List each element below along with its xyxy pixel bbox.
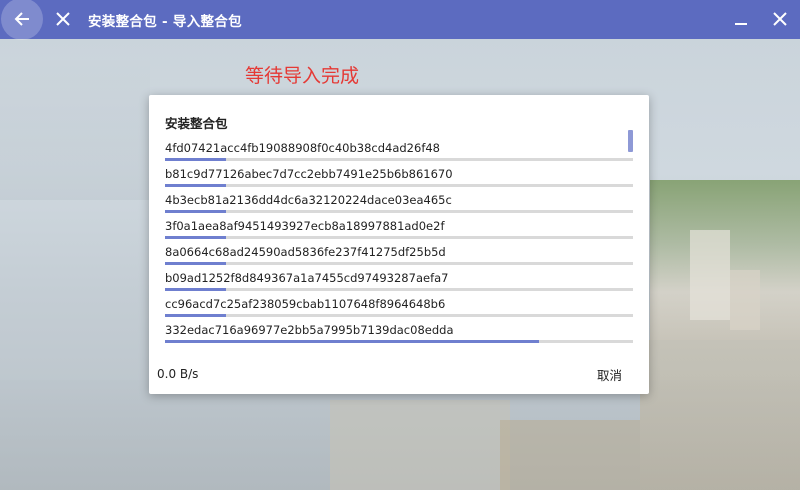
task-progress-bar	[165, 184, 633, 187]
task-progress-fill	[165, 288, 226, 291]
task-progress-bar	[165, 340, 633, 343]
task-name: b09ad1252f8d849367a1a7455cd97493287aefa7	[165, 271, 449, 285]
task-progress-fill	[165, 262, 226, 265]
task-progress-bar	[165, 262, 633, 265]
task-name: 332edac716a96977e2bb5a7995b7139dac08edda	[165, 323, 454, 337]
task-list[interactable]: 4fd07421acc4fb19088908f0c40b38cd4ad26f48…	[165, 139, 633, 347]
task-progress-fill	[165, 314, 226, 317]
scrollbar-thumb[interactable]	[628, 130, 633, 152]
window-close-button[interactable]	[771, 10, 789, 28]
close-icon	[773, 12, 787, 26]
task-name: 8a0664c68ad24590ad5836fe237f41275df25b5d	[165, 245, 446, 259]
dialog-title: 安装整合包	[165, 116, 228, 131]
task-item: 8a0664c68ad24590ad5836fe237f41275df25b5d	[165, 243, 633, 269]
task-item: 4b3ecb81a2136dd4dc6a32120224dace03ea465c	[165, 191, 633, 217]
download-speed: 0.0 B/s	[157, 367, 199, 381]
task-progress-fill	[165, 184, 226, 187]
task-progress-bar	[165, 288, 633, 291]
install-modpack-dialog: 安装整合包 4fd07421acc4fb19088908f0c40b38cd4a…	[149, 95, 649, 394]
task-name: b81c9d77126abec7d7cc2ebb7491e25b6b861670	[165, 167, 453, 181]
task-name: 3f0a1aea8af9451493927ecb8a18997881ad0e2f	[165, 219, 445, 233]
arrow-left-icon	[14, 12, 29, 26]
task-progress-fill	[165, 210, 226, 213]
cancel-button[interactable]: 取消	[597, 365, 622, 384]
task-item: 3f0a1aea8af9451493927ecb8a18997881ad0e2f	[165, 217, 633, 243]
minimize-icon	[735, 23, 747, 25]
back-button[interactable]	[1, 0, 43, 40]
close-icon	[56, 12, 70, 26]
task-progress-bar	[165, 210, 633, 213]
task-item: 4fd07421acc4fb19088908f0c40b38cd4ad26f48	[165, 139, 633, 165]
task-name: cc96acd7c25af238059cbab1107648f8964648b6	[165, 297, 446, 311]
annotation-text: 等待导入完成	[245, 65, 360, 87]
task-item: b09ad1252f8d849367a1a7455cd97493287aefa7	[165, 269, 633, 295]
task-progress-fill	[165, 158, 226, 161]
task-progress-bar	[165, 158, 633, 161]
task-name: 4b3ecb81a2136dd4dc6a32120224dace03ea465c	[165, 193, 452, 207]
task-item: cc96acd7c25af238059cbab1107648f8964648b6	[165, 295, 633, 321]
task-name: 4fd07421acc4fb19088908f0c40b38cd4ad26f48	[165, 141, 440, 155]
minimize-button[interactable]	[732, 10, 750, 28]
task-item: b81c9d77126abec7d7cc2ebb7491e25b6b861670	[165, 165, 633, 191]
task-progress-bar	[165, 236, 633, 239]
close-button[interactable]	[54, 10, 72, 28]
title-bar: 安装整合包 - 导入整合包	[0, 0, 800, 40]
task-progress-fill	[165, 236, 226, 239]
task-item: 332edac716a96977e2bb5a7995b7139dac08edda	[165, 321, 633, 347]
window-title: 安装整合包 - 导入整合包	[88, 14, 242, 30]
task-progress-bar	[165, 314, 633, 317]
task-progress-fill	[165, 340, 540, 343]
